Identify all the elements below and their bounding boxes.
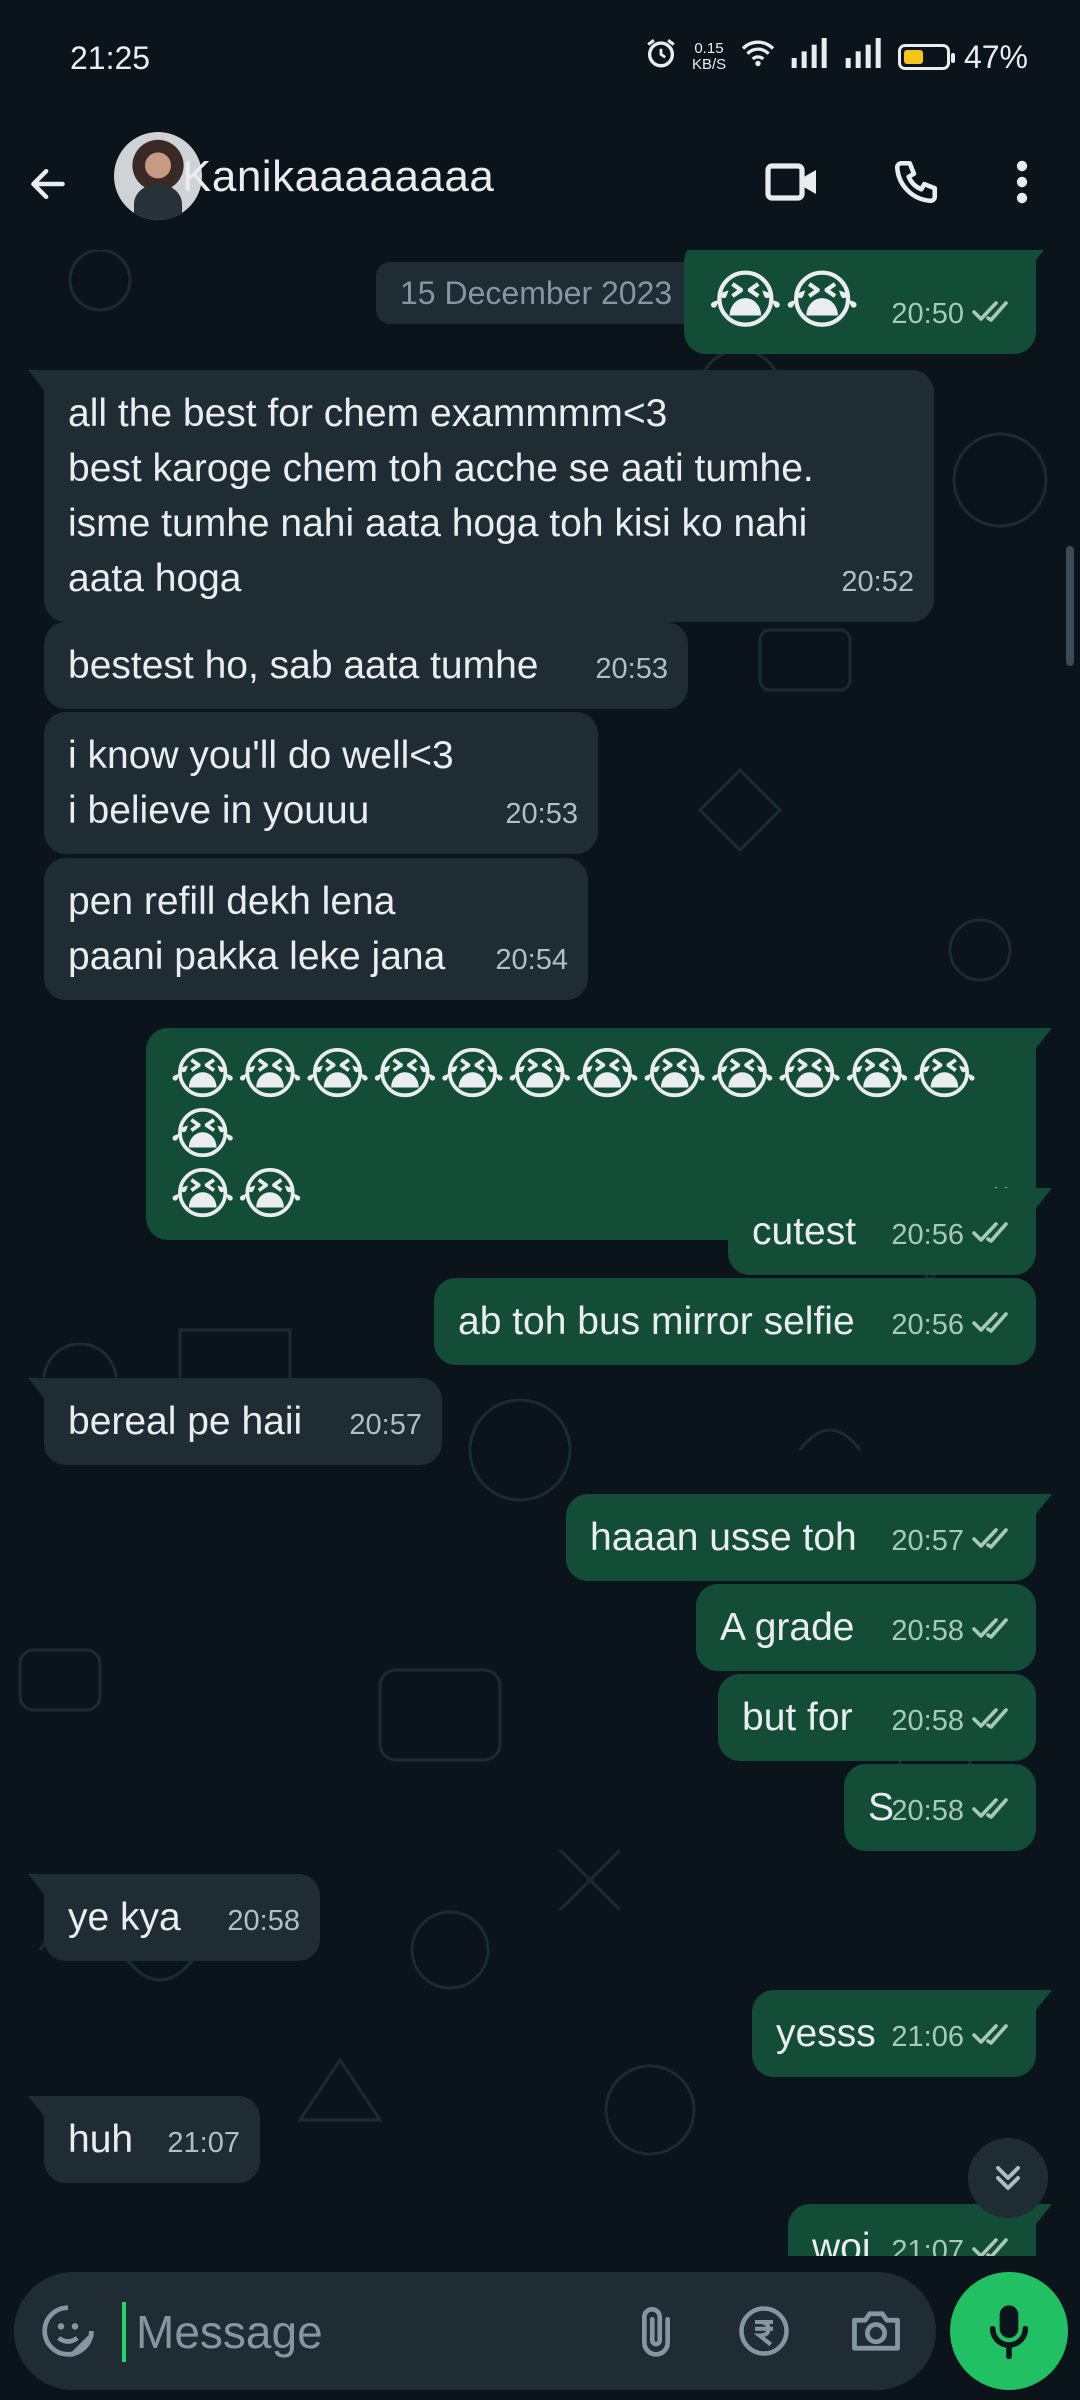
- read-receipt-icon: [972, 1784, 1016, 1839]
- network-speed-value: 0.15: [694, 40, 724, 57]
- message-meta: 20:58: [891, 1604, 1016, 1659]
- outgoing-message[interactable]: ab toh bus mirror selfie 20:56: [434, 1278, 1036, 1365]
- battery-icon: [897, 44, 955, 70]
- incoming-message[interactable]: pen refill dekh lena paani pakka leke ja…: [44, 858, 588, 1000]
- message-time: 21:07: [891, 2235, 964, 2256]
- status-time: 21:25: [70, 40, 151, 76]
- microphone-icon: [989, 2305, 1029, 2359]
- message-time: 20:58: [891, 1615, 964, 1647]
- message-meta: 20:50: [891, 287, 1016, 342]
- outgoing-message[interactable]: haaan usse toh 20:57: [566, 1494, 1052, 1581]
- network-speed: 0.15 KB/S: [692, 41, 726, 73]
- read-receipt-icon: [972, 2010, 1016, 2065]
- outgoing-message[interactable]: 😭😭 20:50: [684, 250, 1052, 354]
- read-receipt-icon: [972, 287, 1016, 342]
- alarm-icon: [644, 36, 678, 78]
- message-meta: 20:53: [505, 787, 578, 842]
- message-meta: 20:58: [891, 1694, 1016, 1749]
- battery-percent: 47%: [963, 38, 1028, 75]
- message-input[interactable]: Message: [136, 2302, 323, 2362]
- network-speed-unit: KB/S: [691, 56, 727, 73]
- message-time: 20:58: [891, 1795, 964, 1827]
- outgoing-message[interactable]: S 20:58: [844, 1764, 1036, 1851]
- message-time: 20:57: [891, 1525, 964, 1557]
- date-separator: 15 December 2023: [376, 262, 697, 324]
- message-text: bestest ho, sab aata tumhe: [68, 644, 539, 687]
- outgoing-message[interactable]: yesss 21:06: [752, 1990, 1052, 2077]
- message-text: pen refill dekh lena paani pakka leke ja…: [68, 880, 446, 978]
- message-time: 20:58: [891, 1705, 964, 1737]
- message-meta: 21:07: [891, 2224, 1016, 2256]
- message-meta: 20:53: [595, 642, 668, 697]
- status-icons: 0.15 KB/S 47%: [644, 36, 1028, 78]
- outgoing-message[interactable]: cutest 20:56: [728, 1188, 1052, 1275]
- wifi-icon: [740, 38, 776, 76]
- scrollbar[interactable]: [1066, 546, 1074, 666]
- message-composer: Message: [14, 2272, 936, 2390]
- message-time: 20:50: [891, 298, 964, 330]
- message-meta: 20:52: [841, 555, 914, 610]
- scroll-to-bottom-button[interactable]: [968, 2138, 1048, 2218]
- more-options-icon[interactable]: [990, 150, 1054, 214]
- read-receipt-icon: [972, 1514, 1016, 1569]
- read-receipt-icon: [972, 1298, 1016, 1353]
- rupee-payment-icon[interactable]: [734, 2301, 794, 2361]
- status-bar: 21:25 0.15 KB/S 47%: [0, 0, 1080, 124]
- incoming-message[interactable]: i know you'll do well<3 i believe in you…: [44, 712, 598, 854]
- chat-area[interactable]: 15 December 2023 😭😭 20:50 all the best for…: [0, 250, 1080, 2256]
- message-meta: 20:54: [495, 933, 568, 988]
- message-time: 20:52: [841, 566, 914, 598]
- message-meta: 20:58: [891, 1784, 1016, 1839]
- message-time: 21:06: [891, 2021, 964, 2053]
- outgoing-message[interactable]: but for 20:58: [718, 1674, 1036, 1761]
- message-time: 20:56: [891, 1309, 964, 1341]
- incoming-message[interactable]: bestest ho, sab aata tumhe 20:53: [44, 622, 688, 709]
- video-call-icon[interactable]: [760, 150, 824, 214]
- message-time: 20:53: [505, 798, 578, 830]
- incoming-message[interactable]: huh 21:07: [28, 2096, 260, 2183]
- message-meta: 20:56: [891, 1208, 1016, 1263]
- message-meta: 21:07: [167, 2116, 240, 2171]
- read-receipt-icon: [972, 1604, 1016, 1659]
- chat-header: Kanikaaaaaaaa: [0, 124, 1080, 251]
- camera-icon[interactable]: [846, 2301, 906, 2361]
- message-text: all the best for chem exammmm<3 best kar…: [68, 392, 814, 600]
- read-receipt-icon: [972, 1208, 1016, 1263]
- message-time: 20:58: [227, 1905, 300, 1937]
- message-meta: 20:57: [349, 1398, 422, 1453]
- battery-fill: [903, 50, 923, 64]
- outgoing-message[interactable]: A grade 20:58: [696, 1584, 1036, 1671]
- message-text: i know you'll do well<3 i believe in you…: [68, 734, 454, 832]
- sticker-emoji-icon[interactable]: [38, 2301, 98, 2361]
- message-meta: 20:57: [891, 1514, 1016, 1569]
- message-meta: 21:06: [891, 2010, 1016, 2065]
- text-caret: [122, 2302, 126, 2362]
- voice-message-button[interactable]: [950, 2272, 1068, 2390]
- message-time: 21:07: [167, 2127, 240, 2159]
- attach-icon[interactable]: [626, 2301, 686, 2361]
- phone-icon[interactable]: [884, 150, 948, 214]
- incoming-message[interactable]: all the best for chem exammmm<3 best kar…: [28, 370, 934, 622]
- double-chevron-down-icon: [996, 2166, 1020, 2190]
- signal-2-icon: [844, 38, 884, 76]
- signal-icon: [790, 38, 830, 76]
- message-time: 20:54: [495, 944, 568, 976]
- message-time: 20:53: [595, 653, 668, 685]
- read-receipt-icon: [972, 2224, 1016, 2256]
- message-meta: 20:56: [891, 1298, 1016, 1353]
- incoming-message[interactable]: bereal pe haii 20:57: [28, 1378, 442, 1465]
- read-receipt-icon: [972, 1694, 1016, 1749]
- contact-name[interactable]: Kanikaaaaaaaa: [182, 152, 494, 202]
- message-time: 20:56: [891, 1219, 964, 1251]
- message-time: 20:57: [349, 1409, 422, 1441]
- incoming-message[interactable]: ye kya 20:58: [28, 1874, 320, 1961]
- back-arrow-icon[interactable]: [18, 154, 78, 214]
- message-meta: 20:58: [227, 1894, 300, 1949]
